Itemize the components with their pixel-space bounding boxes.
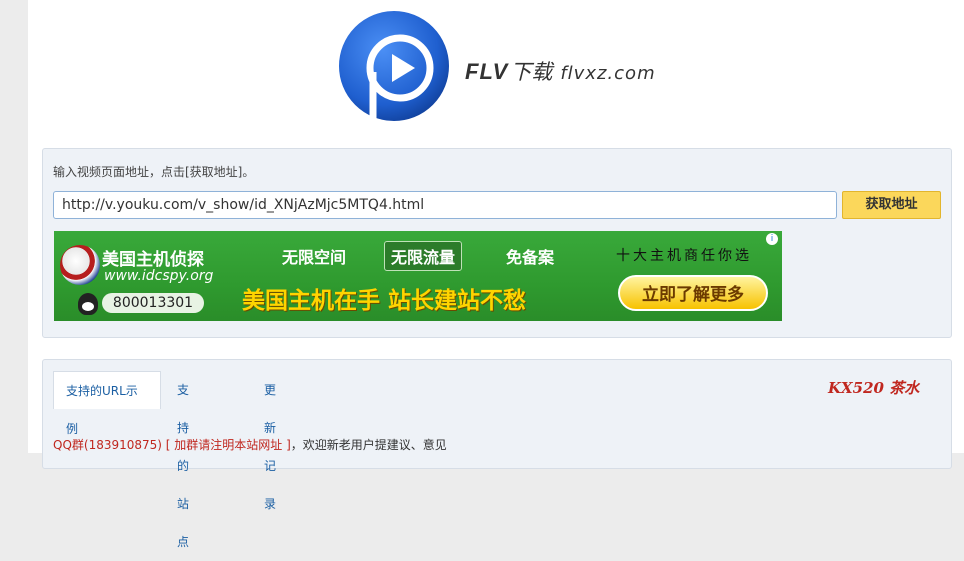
brand-download: 下载: [510, 60, 553, 84]
brand-domain: flvxz.com: [560, 63, 656, 84]
ad-learn-more-button[interactable]: 立即了解更多: [618, 275, 768, 311]
ad-slogan: 美国主机在手 站长建站不愁: [242, 288, 527, 314]
get-address-button[interactable]: 获取地址: [842, 191, 941, 219]
brand-title: FLV下载 flvxz.com: [465, 56, 656, 86]
brand-main: FLV: [465, 59, 509, 84]
tab-url-examples[interactable]: 支持的URL示例: [53, 371, 161, 436]
globe-icon: [60, 245, 100, 285]
ad-site: www.idcspy.org: [104, 268, 214, 284]
ad-title: 美国主机侦探: [102, 250, 204, 270]
flv-logo-icon[interactable]: [336, 8, 456, 128]
tab-supported-sites[interactable]: 支持的站点: [177, 371, 189, 549]
kx520-logo[interactable]: KX520 茶水: [828, 377, 919, 398]
qq-penguin-icon: [78, 293, 98, 315]
ad-brand-block: 美国主机侦探 www.idcspy.org 800013301: [54, 231, 224, 321]
ad-feature-space: 无限空间: [282, 248, 347, 267]
ad-info-icon[interactable]: i: [766, 233, 778, 245]
qq-group-notice: QQ群(183910875) [ 加群请注明本站网址 ]，欢迎新老用户提建议、意…: [53, 436, 447, 453]
form-hint: 输入视频页面地址，点击[获取地址]。: [53, 165, 255, 179]
notice-rest: ，欢迎新老用户提建议、意见: [290, 438, 447, 452]
tab-changelog[interactable]: 更新记录: [264, 371, 276, 511]
page: FLV下载 flvxz.com 输入视频页面地址，点击[获取地址]。 http:/…: [28, 0, 964, 549]
qq-group-link[interactable]: QQ群(183910875): [53, 438, 162, 452]
ad-feature-no-filing: 免备案: [506, 248, 555, 267]
ad-tagline: 十大主机商任你选: [616, 248, 752, 264]
ad-feature-traffic: 无限流量: [384, 241, 463, 271]
ad-qq-number: 800013301: [102, 293, 204, 313]
join-note: [ 加群请注明本站网址 ]: [165, 438, 291, 452]
url-input[interactable]: http://v.youku.com/v_show/id_XNjAzMjc5MT…: [53, 191, 837, 219]
download-form-panel: 输入视频页面地址，点击[获取地址]。 http://v.youku.com/v_…: [42, 148, 952, 338]
ad-banner[interactable]: 美国主机侦探 www.idcspy.org 800013301 无限空间 无限流…: [54, 231, 782, 321]
